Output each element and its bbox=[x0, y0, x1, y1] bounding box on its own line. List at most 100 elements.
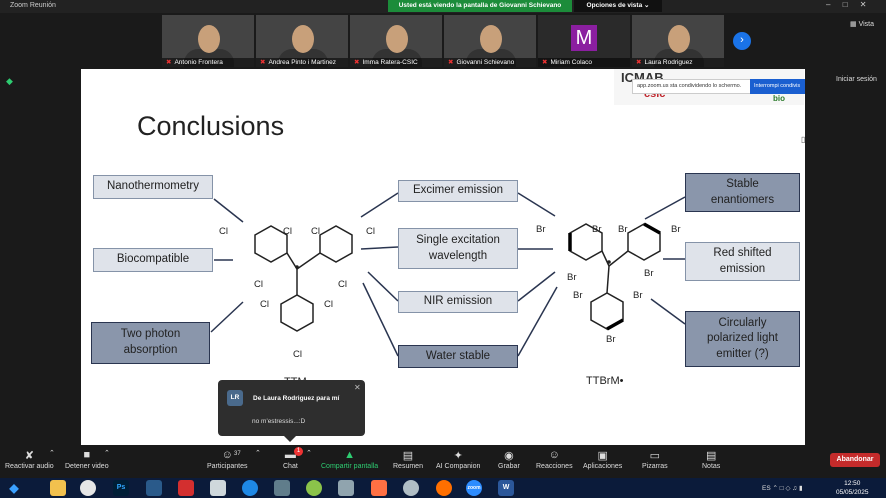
view-options-label: Opciones de vista bbox=[586, 2, 643, 9]
summary-button[interactable]: ▤ Resumen bbox=[393, 449, 423, 470]
language-indicator[interactable]: ES bbox=[762, 485, 771, 492]
participant-tile[interactable]: ✖ Imma Ratera-CSIC bbox=[350, 15, 442, 67]
share-banner: Usted está viendo la pantalla de Giovann… bbox=[388, 0, 572, 12]
conclusion-box: Nanothermometry bbox=[93, 175, 213, 199]
unmute-button[interactable]: ✘ Reactivar audio bbox=[5, 449, 54, 470]
minimize-button[interactable]: – bbox=[826, 0, 830, 9]
clock[interactable]: 12:50 05/05/2025 bbox=[836, 479, 869, 497]
participant-tile[interactable]: ✖ Laura Rodriguez bbox=[632, 15, 724, 67]
share-screen-icon: ▲ bbox=[344, 449, 356, 461]
participant-avatar: M bbox=[571, 25, 597, 51]
atom-label: Cl bbox=[293, 349, 302, 360]
clock-time: 12:50 bbox=[844, 480, 861, 487]
clock-date: 05/05/2025 bbox=[836, 489, 869, 496]
atom-label: Br bbox=[606, 334, 616, 345]
chat-notification[interactable]: LR De Laura Rodriguez para mí no m'estre… bbox=[218, 380, 365, 442]
file-explorer-icon[interactable] bbox=[50, 480, 66, 496]
participant-tile[interactable]: ✖ Antonio Frontera bbox=[162, 15, 254, 67]
close-icon[interactable]: ✕ bbox=[354, 383, 361, 392]
share-screen-button[interactable]: ▲ Compartir pantalla bbox=[321, 449, 378, 470]
mic-muted-icon: ✖ bbox=[636, 59, 642, 66]
app-icon[interactable] bbox=[306, 480, 322, 496]
video-camera-icon: ■ bbox=[83, 449, 91, 461]
chat-unread-badge: 1 bbox=[294, 447, 303, 456]
next-page-button[interactable]: › bbox=[733, 32, 751, 50]
apps-icon: ▣ bbox=[597, 450, 608, 462]
participant-name-text: Giovanni Schievano bbox=[456, 59, 515, 66]
record-button[interactable]: ◉ Grabar bbox=[498, 449, 520, 470]
mic-muted-icon: ✖ bbox=[166, 59, 172, 66]
chat-label: Chat bbox=[283, 463, 298, 470]
conclusion-box: Stable enantiomers bbox=[685, 173, 800, 212]
app-icon[interactable] bbox=[146, 480, 162, 496]
participant-tile[interactable]: ✖ Giovanni Schievano bbox=[444, 15, 536, 67]
conclusion-box: Circularly polarized light emitter (?) bbox=[685, 311, 800, 367]
notes-button[interactable]: ▤ Notas bbox=[702, 449, 720, 470]
participant-name: ✖ Antonio Frontera bbox=[162, 58, 254, 67]
atom-label: Cl bbox=[219, 226, 228, 237]
app-icon[interactable] bbox=[274, 480, 290, 496]
photoshop-icon[interactable]: Ps bbox=[113, 480, 129, 496]
word-icon[interactable]: W bbox=[498, 480, 514, 496]
sender-avatar: LR bbox=[227, 390, 243, 406]
participants-label: Participantes bbox=[207, 463, 248, 470]
zoom-icon[interactable]: zoom bbox=[466, 480, 482, 496]
participants-count: 37 bbox=[234, 451, 241, 457]
mic-muted-icon: ✘ bbox=[24, 450, 34, 462]
app-icon[interactable] bbox=[242, 480, 258, 496]
whiteboards-button[interactable]: ▭ Pizarras bbox=[642, 449, 668, 470]
reactions-button[interactable]: ☺ Reacciones bbox=[536, 449, 573, 470]
firefox-icon[interactable] bbox=[436, 480, 452, 496]
audio-options-caret[interactable]: ⌃ bbox=[49, 449, 55, 457]
property-box: Water stable bbox=[398, 345, 518, 368]
atom-label: Br bbox=[567, 272, 577, 283]
participant-name: ✖ Andrea Pinto i Martinez bbox=[256, 58, 348, 67]
atom-label: Br bbox=[671, 224, 681, 235]
notepad-icon[interactable] bbox=[210, 480, 226, 496]
participants-button[interactable]: ☺ Participantes bbox=[207, 449, 247, 470]
app-icon[interactable] bbox=[371, 480, 387, 496]
molecule-caption-ttbrm: TTBrM• bbox=[586, 375, 624, 387]
participant-tile[interactable]: ✖ Andrea Pinto i Martinez bbox=[256, 15, 348, 67]
conclusion-box: Two photon absorption bbox=[91, 322, 210, 364]
view-options-button[interactable]: Opciones de vista ⌄ bbox=[574, 0, 662, 12]
leave-meeting-button[interactable]: Abandonar bbox=[830, 453, 880, 467]
chrome-icon[interactable] bbox=[80, 480, 96, 496]
smiley-icon: ☺ bbox=[548, 449, 560, 461]
participants-options-caret[interactable]: ⌃ bbox=[255, 449, 261, 457]
apps-button[interactable]: ▣ Aplicaciones bbox=[583, 449, 622, 470]
mic-muted-icon: ✖ bbox=[260, 59, 266, 66]
shield-icon[interactable]: ◆ bbox=[6, 76, 13, 87]
mic-muted-icon: ✖ bbox=[448, 59, 454, 66]
whiteboard-icon: ▭ bbox=[649, 450, 661, 462]
chat-options-caret[interactable]: ⌃ bbox=[306, 449, 312, 457]
atom-label: Br bbox=[592, 224, 602, 235]
notes-icon: ▤ bbox=[705, 450, 717, 462]
radical-dot bbox=[607, 260, 611, 264]
pdf-icon[interactable] bbox=[178, 480, 194, 496]
chat-sender: De Laura Rodriguez para mí bbox=[253, 395, 340, 402]
close-button[interactable]: ✕ bbox=[860, 0, 867, 9]
atom-label: Cl bbox=[338, 279, 347, 290]
view-button[interactable]: ▦ Vista bbox=[850, 20, 874, 28]
unmute-label: Reactivar audio bbox=[5, 463, 54, 470]
app-icon[interactable] bbox=[338, 480, 354, 496]
video-options-caret[interactable]: ⌃ bbox=[104, 449, 110, 457]
ai-companion-button[interactable]: ✦ AI Companion bbox=[436, 449, 480, 470]
share-screen-label: Compartir pantalla bbox=[321, 463, 379, 470]
app-icon[interactable] bbox=[403, 480, 419, 496]
participant-name-text: Imma Ratera-CSIC bbox=[362, 59, 418, 66]
stop-video-button[interactable]: ■ Detener video bbox=[65, 449, 109, 470]
people-icon: ☺ bbox=[221, 449, 233, 461]
window-title: Zoom Reunión bbox=[10, 2, 56, 9]
signin-link[interactable]: Iniciar sesión bbox=[836, 76, 877, 83]
system-tray: ES ⌃ □ ◇ ♫ ▮ bbox=[762, 485, 803, 492]
conclusion-box: Biocompatible bbox=[93, 248, 213, 272]
participant-tile[interactable]: M ✖ Miriam Colaco bbox=[538, 15, 630, 67]
shared-slide: ICMAB csic bio app.zoom.us sta condivide… bbox=[81, 69, 805, 445]
property-box: Excimer emission bbox=[398, 180, 518, 202]
participant-face bbox=[386, 25, 408, 53]
maximize-button[interactable]: □ bbox=[843, 0, 848, 9]
windows-start-icon[interactable]: ◆ bbox=[6, 480, 22, 496]
apps-label: Aplicaciones bbox=[583, 463, 623, 470]
